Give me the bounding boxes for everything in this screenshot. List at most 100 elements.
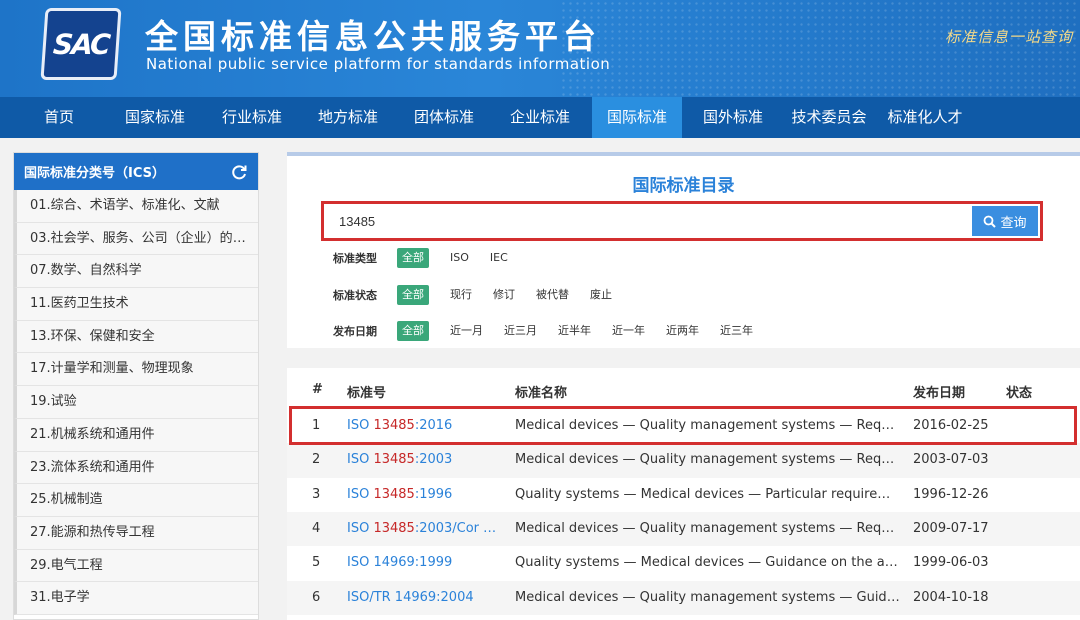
standard-name: Medical devices — Quality management sys… bbox=[515, 452, 901, 468]
search-match: 13485 bbox=[373, 452, 415, 468]
table-row[interactable]: 6 ISO/TR 14969:2004 Medical devices — Qual… bbox=[287, 580, 1080, 615]
sidebar-item-11[interactable]: 11.医药卫生技术 bbox=[14, 288, 258, 321]
standard-code-link[interactable]: ISO 13485:2003 bbox=[347, 452, 497, 467]
nav-item-foreign[interactable]: 国外标准 bbox=[693, 97, 773, 138]
refresh-icon[interactable] bbox=[230, 163, 248, 181]
table-row[interactable]: 3 ISO 13485:1996 Quality systems — Medical… bbox=[287, 478, 1080, 512]
results-table: # 标准号 标准名称 发布日期 状态 1 ISO 13485:2016 Medica… bbox=[287, 368, 1080, 620]
filter-option[interactable]: 全部 bbox=[397, 248, 429, 268]
row-number: 6 bbox=[312, 589, 321, 605]
publish-date: 1996-12-26 bbox=[913, 486, 989, 502]
logo-text: SAC bbox=[52, 27, 110, 61]
sidebar-header: 国际标准分类号（ICS） bbox=[14, 153, 258, 190]
search-match: 13485 bbox=[373, 418, 415, 433]
main-nav: 首页 国家标准 行业标准 地方标准 团体标准 企业标准 国际标准 国外标准 技术… bbox=[0, 97, 1080, 138]
sidebar-item-01[interactable]: 01.综合、术语学、标准化、文献 bbox=[14, 190, 258, 223]
standard-code-link[interactable]: ISO 13485:2003/Cor 1:2009 bbox=[347, 521, 497, 536]
publish-date: 2016-02-25 bbox=[913, 418, 989, 433]
slogan: 标准信息一站查询 bbox=[945, 28, 1074, 46]
nav-item-industry[interactable]: 行业标准 bbox=[212, 97, 292, 138]
header-date: 发布日期 bbox=[913, 386, 966, 401]
nav-item-talent[interactable]: 标准化人才 bbox=[880, 97, 970, 138]
filter-option[interactable]: 全部 bbox=[397, 285, 429, 305]
nav-item-home[interactable]: 首页 bbox=[28, 97, 90, 138]
standard-code-link[interactable]: ISO 13485:1996 bbox=[347, 487, 497, 502]
table-row[interactable]: 2 ISO 13485:2003 Medical devices — Quality… bbox=[287, 443, 1080, 478]
standard-code-link[interactable]: ISO 14969:1999 bbox=[347, 555, 497, 570]
nav-item-enterprise[interactable]: 企业标准 bbox=[500, 97, 580, 138]
row-number: 1 bbox=[312, 418, 321, 433]
filter-option[interactable]: 废止 bbox=[581, 285, 621, 305]
sidebar-item-19[interactable]: 19.试验 bbox=[14, 386, 258, 419]
row-number: 2 bbox=[312, 452, 321, 468]
sidebar-item-25[interactable]: 25.机械制造 bbox=[14, 484, 258, 517]
sidebar-item-27[interactable]: 27.能源和热传导工程 bbox=[14, 516, 258, 550]
sac-logo[interactable]: SAC bbox=[40, 8, 122, 80]
standard-name: Quality systems — Medical devices — Part… bbox=[515, 486, 901, 502]
filter-option[interactable]: 修订 bbox=[484, 285, 524, 305]
search-button[interactable]: 查询 bbox=[972, 206, 1038, 236]
table-row[interactable]: 4 ISO 13485:2003/Cor 1:2009 Medical device… bbox=[287, 511, 1080, 547]
filter-label: 标准类型 bbox=[333, 252, 377, 265]
ics-sidebar: 国际标准分类号（ICS） 01.综合、术语学、标准化、文献 03.社会学、服务、… bbox=[13, 152, 259, 620]
header-no: # bbox=[312, 382, 323, 397]
filter-row-status: 标准状态 全部 现行 修订 被代替 废止 bbox=[333, 284, 624, 306]
search-input[interactable] bbox=[327, 207, 972, 235]
nav-item-national[interactable]: 国家标准 bbox=[115, 97, 195, 138]
filter-label: 标准状态 bbox=[333, 289, 377, 302]
filter-option[interactable]: 近三年 bbox=[711, 321, 762, 341]
nav-item-local[interactable]: 地方标准 bbox=[308, 97, 388, 138]
filter-option[interactable]: 近两年 bbox=[657, 321, 708, 341]
table-row[interactable]: 5 ISO 14969:1999 Quality systems — Medical… bbox=[287, 546, 1080, 580]
sidebar-item-29[interactable]: 29.电气工程 bbox=[14, 549, 258, 583]
sidebar-item-17[interactable]: 17.计量学和测量、物理现象 bbox=[14, 353, 258, 387]
filter-option[interactable]: 被代替 bbox=[527, 285, 578, 305]
site-title-cn: 全国标准信息公共服务平台 bbox=[145, 17, 601, 56]
sidebar-item-23[interactable]: 23.流体系统和通用件 bbox=[14, 451, 258, 485]
header-code: 标准号 bbox=[347, 386, 387, 401]
standard-name: Medical devices — Quality management sys… bbox=[515, 520, 901, 536]
nav-item-committee[interactable]: 技术委员会 bbox=[784, 97, 874, 138]
standard-name: Medical devices — Quality management sys… bbox=[515, 418, 901, 433]
sidebar-item-21[interactable]: 21.机械系统和通用件 bbox=[14, 418, 258, 452]
nav-item-international[interactable]: 国际标准 bbox=[592, 97, 682, 138]
header-banner: SAC 全国标准信息公共服务平台 National public service… bbox=[0, 0, 1080, 97]
filter-option[interactable]: 近三月 bbox=[495, 321, 546, 341]
standard-name: Quality systems — Medical devices — Guid… bbox=[515, 555, 901, 571]
sidebar-item-07[interactable]: 07.数学、自然科学 bbox=[14, 255, 258, 289]
filter-row-date: 发布日期 全部 近一月 近三月 近半年 近一年 近两年 近三年 bbox=[333, 320, 765, 342]
filter-option[interactable]: 近一年 bbox=[603, 321, 654, 341]
row-number: 5 bbox=[312, 555, 321, 571]
filter-card: 国际标准目录 查询 标准类型 全部 ISO IEC 标准状态 全部 现行 修订 … bbox=[287, 152, 1080, 348]
publish-date: 2009-07-17 bbox=[913, 520, 989, 536]
table-row[interactable]: 1 ISO 13485:2016 Medical devices — Quality… bbox=[287, 409, 1080, 443]
nav-item-group[interactable]: 团体标准 bbox=[404, 97, 484, 138]
sidebar-item-03[interactable]: 03.社会学、服务、公司（企业）的组织和管理、行政、运输 bbox=[14, 222, 258, 256]
search-button-label: 查询 bbox=[1000, 215, 1027, 231]
filter-option[interactable]: 全部 bbox=[397, 321, 429, 341]
standard-code-link[interactable]: ISO/TR 14969:2004 bbox=[347, 590, 497, 605]
row-number: 4 bbox=[312, 520, 321, 536]
search-match: 13485 bbox=[373, 520, 415, 536]
filter-option[interactable]: 近一月 bbox=[441, 321, 492, 341]
publish-date: 1999-06-03 bbox=[913, 555, 989, 571]
sidebar-item-13[interactable]: 13.环保、保健和安全 bbox=[14, 320, 258, 354]
site-title-en: National public service platform for sta… bbox=[146, 55, 611, 73]
filter-label: 发布日期 bbox=[333, 325, 377, 338]
search-icon bbox=[984, 215, 997, 228]
sidebar-title: 国际标准分类号（ICS） bbox=[24, 166, 165, 181]
table-header: # 标准号 标准名称 发布日期 状态 bbox=[287, 368, 1080, 412]
header-name: 标准名称 bbox=[515, 386, 568, 401]
filter-option[interactable]: 近半年 bbox=[549, 321, 600, 341]
row-number: 3 bbox=[312, 486, 321, 502]
search-box: 查询 bbox=[321, 201, 1043, 241]
filter-option[interactable]: IEC bbox=[481, 248, 517, 268]
header-status: 状态 bbox=[1006, 386, 1033, 401]
publish-date: 2003-07-03 bbox=[913, 452, 989, 468]
filter-row-type: 标准类型 全部 ISO IEC bbox=[333, 247, 520, 269]
world-map-decoration bbox=[560, 0, 1080, 97]
filter-option[interactable]: ISO bbox=[441, 248, 478, 268]
standard-code-link[interactable]: ISO 13485:2016 bbox=[347, 418, 497, 433]
filter-option[interactable]: 现行 bbox=[441, 285, 481, 305]
sidebar-item-31[interactable]: 31.电子学 bbox=[14, 582, 258, 615]
